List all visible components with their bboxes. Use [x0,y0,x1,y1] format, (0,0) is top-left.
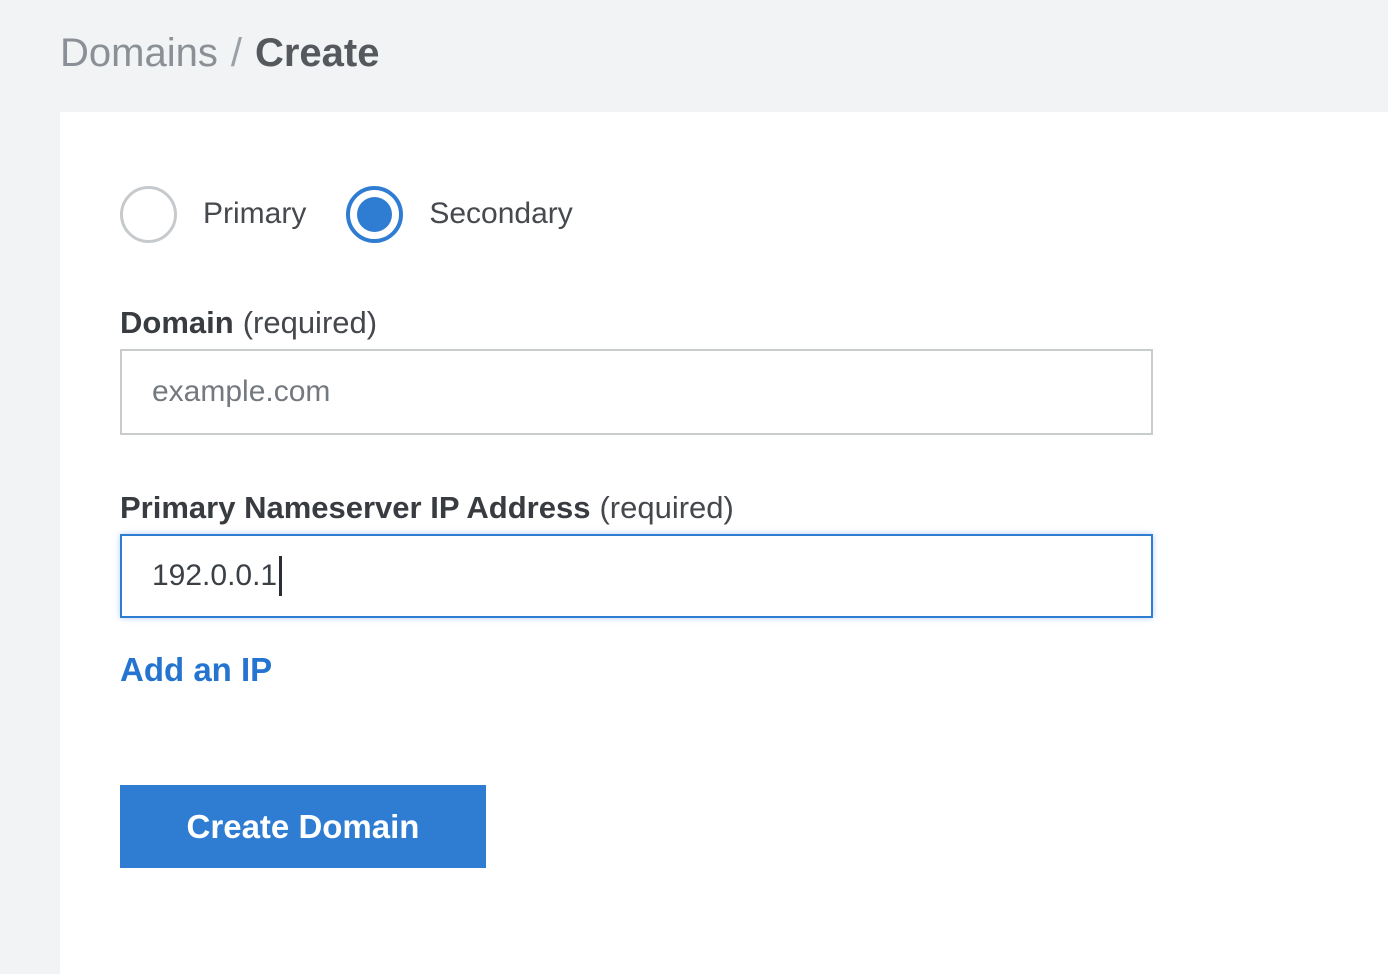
domain-field: Domain (required) example.com [120,303,1328,435]
breadcrumb: Domains / Create [60,30,379,76]
domain-field-label: Domain (required) [120,303,1328,343]
domain-type-radio-group: Primary Secondary [120,185,1328,243]
nameserver-ip-field-label: Primary Nameserver IP Address (required) [120,488,1328,528]
nameserver-ip-required-suffix: (required) [599,490,733,525]
radio-label-primary[interactable]: Primary [203,197,306,231]
nameserver-ip-input-value: 192.0.0.1 [152,559,277,593]
create-domain-button[interactable]: Create Domain [120,785,486,868]
radio-label-secondary[interactable]: Secondary [429,197,572,231]
domain-field-label-text: Domain [120,305,234,340]
radio-dot [131,197,166,232]
text-caret-icon [279,556,282,596]
create-domain-card: Primary Secondary Domain (required) examp… [60,112,1388,974]
radio-selected-icon[interactable] [346,186,403,243]
nameserver-ip-input[interactable]: 192.0.0.1 [120,534,1153,618]
radio-option-primary[interactable]: Primary [120,186,306,243]
nameserver-ip-field-label-text: Primary Nameserver IP Address [120,490,590,525]
nameserver-ip-field: Primary Nameserver IP Address(required) … [120,488,1328,618]
domain-input[interactable]: example.com [120,349,1153,435]
breadcrumb-separator: / [231,30,242,76]
add-an-ip-link[interactable]: Add an IP [120,651,272,689]
radio-dot [357,197,392,232]
domain-input-placeholder: example.com [152,375,330,409]
radio-unselected-icon[interactable] [120,186,177,243]
page-title: Create [255,30,380,76]
radio-option-secondary[interactable]: Secondary [346,186,572,243]
domain-required-suffix: (required) [243,305,377,340]
breadcrumb-domains-link[interactable]: Domains [60,30,218,76]
